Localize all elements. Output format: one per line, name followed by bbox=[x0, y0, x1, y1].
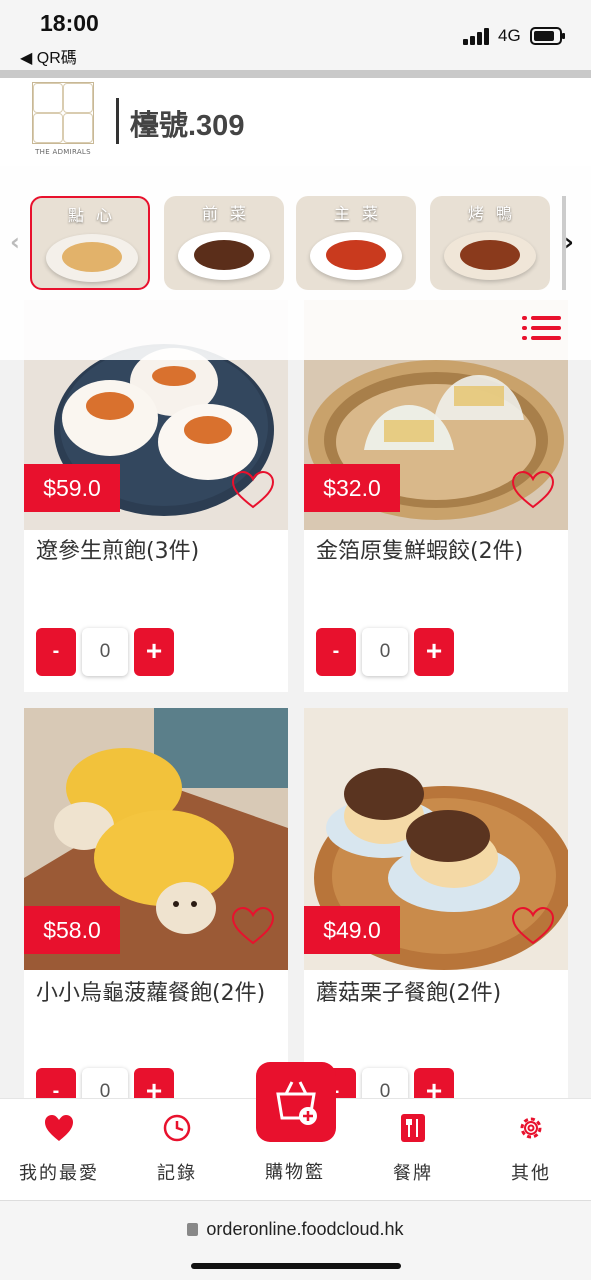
product-name: 小小烏龜菠蘿餐飽(2件) bbox=[36, 981, 266, 1006]
heart-outline-icon[interactable] bbox=[230, 470, 276, 510]
quantity-stepper: - 0 + bbox=[36, 628, 176, 676]
product-card[interactable]: $59.0 遼參生煎飽(3件) - 0 + bbox=[24, 300, 288, 692]
network-type: 4G bbox=[498, 26, 521, 45]
heart-icon bbox=[45, 1115, 73, 1141]
cutlery-icon bbox=[401, 1114, 425, 1142]
chevron-right-icon[interactable]: › bbox=[564, 228, 574, 256]
nav-label: 記錄 bbox=[157, 1163, 197, 1184]
category-label: 烤鴨 bbox=[467, 204, 524, 223]
product-name: 蘑菇栗子餐飽(2件) bbox=[316, 981, 502, 1006]
category-label: 前菜 bbox=[201, 204, 258, 223]
category-label: 點心 bbox=[67, 206, 124, 225]
header-separator bbox=[116, 98, 119, 144]
quantity-value[interactable]: 0 bbox=[82, 628, 128, 676]
status-bar: 18:00 ◀ QR碼 4G bbox=[0, 0, 591, 70]
dish-image bbox=[460, 240, 520, 270]
category-bar: ‹ 點心 前菜 主菜 烤鴨 › bbox=[0, 166, 591, 360]
product-price: $49.0 bbox=[304, 906, 400, 954]
dish-image bbox=[326, 240, 386, 270]
lock-icon bbox=[187, 1223, 199, 1236]
product-price: $58.0 bbox=[24, 906, 120, 954]
decrease-quantity-button[interactable]: - bbox=[316, 628, 356, 676]
cart-label: 購物籃 bbox=[265, 1162, 325, 1183]
gear-icon bbox=[520, 1117, 542, 1139]
category-roast-duck[interactable]: 烤鴨 bbox=[430, 196, 550, 290]
product-name: 遼參生煎飽(3件) bbox=[36, 539, 200, 564]
basket-add-icon bbox=[276, 1081, 317, 1125]
chevron-left-icon[interactable]: ‹ bbox=[10, 228, 20, 256]
back-to-qr-link[interactable]: ◀ QR碼 bbox=[20, 44, 77, 68]
nav-favorites[interactable]: 我的最愛 bbox=[0, 1099, 118, 1201]
product-card[interactable]: $49.0 蘑菇栗子餐飽(2件) - 0 + bbox=[304, 708, 568, 1116]
decrease-quantity-button[interactable]: - bbox=[36, 628, 76, 676]
product-price: $32.0 bbox=[304, 464, 400, 512]
nav-label: 餐牌 bbox=[393, 1163, 433, 1184]
restaurant-logo: THE ADMIRALS bbox=[30, 82, 96, 162]
quantity-value[interactable]: 0 bbox=[362, 628, 408, 676]
cart-button[interactable] bbox=[256, 1062, 336, 1142]
heart-outline-icon[interactable] bbox=[510, 906, 556, 946]
logo-name: THE ADMIRALS bbox=[35, 148, 91, 156]
signal-strength-icon bbox=[463, 28, 493, 45]
nav-menu[interactable]: 餐牌 bbox=[354, 1099, 472, 1201]
table-number: 檯號.309 bbox=[130, 110, 245, 142]
heart-outline-icon[interactable] bbox=[230, 906, 276, 946]
nav-history[interactable]: 記錄 bbox=[118, 1099, 236, 1201]
nav-label: 其他 bbox=[511, 1163, 551, 1184]
header-divider bbox=[0, 70, 591, 78]
category-main[interactable]: 主菜 bbox=[296, 196, 416, 290]
dish-image bbox=[194, 240, 254, 270]
clock-time: 18:00 bbox=[40, 10, 99, 36]
dish-image bbox=[62, 242, 122, 272]
product-price: $59.0 bbox=[24, 464, 120, 512]
list-icon[interactable] bbox=[522, 314, 562, 342]
nav-label: 我的最愛 bbox=[19, 1163, 99, 1184]
product-card[interactable]: $32.0 金箔原隻鮮蝦餃(2件) - 0 + bbox=[304, 300, 568, 692]
clock-icon bbox=[163, 1114, 191, 1142]
browser-url-bar: orderonline.foodcloud.hk bbox=[0, 1200, 591, 1280]
category-label: 主菜 bbox=[333, 204, 390, 223]
battery-icon bbox=[530, 27, 565, 45]
product-name: 金箔原隻鮮蝦餃(2件) bbox=[316, 539, 524, 564]
nav-others[interactable]: 其他 bbox=[472, 1099, 590, 1201]
product-card[interactable]: $58.0 小小烏龜菠蘿餐飽(2件) - 0 + bbox=[24, 708, 288, 1116]
url-field[interactable]: orderonline.foodcloud.hk bbox=[0, 1219, 591, 1240]
restaurant-header: THE ADMIRALS 檯號.309 bbox=[0, 78, 591, 166]
increase-quantity-button[interactable]: + bbox=[414, 628, 454, 676]
increase-quantity-button[interactable]: + bbox=[134, 628, 174, 676]
logo-seal-icon bbox=[32, 82, 94, 144]
home-indicator bbox=[191, 1263, 401, 1269]
heart-outline-icon[interactable] bbox=[510, 470, 556, 510]
url-text: orderonline.foodcloud.hk bbox=[206, 1219, 404, 1239]
quantity-stepper: - 0 + bbox=[316, 628, 456, 676]
category-dim-sum[interactable]: 點心 bbox=[30, 196, 150, 290]
category-appetizer[interactable]: 前菜 bbox=[164, 196, 284, 290]
